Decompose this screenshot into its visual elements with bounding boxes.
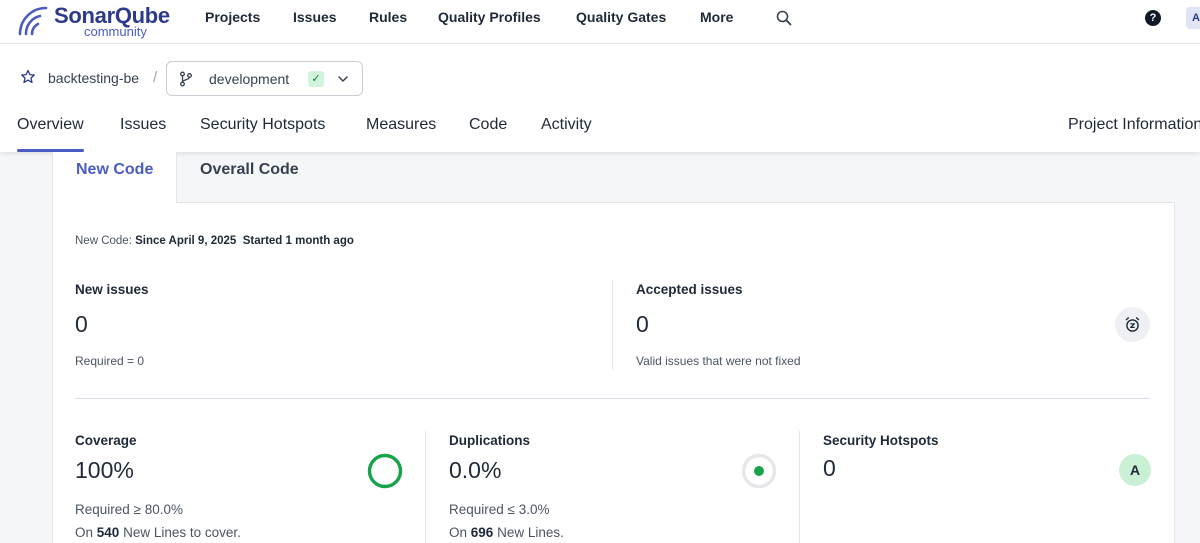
star-icon[interactable] [20,69,36,85]
nav-issues[interactable]: Issues [293,9,337,25]
tab-measures[interactable]: Measures [366,116,436,152]
subtab-new-code-label: New Code [76,161,154,178]
accepted-issues-note: Valid issues that were not fixed [636,354,801,368]
new-code-started: Started 1 month ago [242,235,354,247]
coverage-ring-fill [367,453,403,489]
coverage-requirement: Required ≥ 80.0% [75,502,183,517]
new-issues-value[interactable]: 0 [75,311,88,338]
duplications-title: Duplications [449,433,531,448]
new-code-label: New Code: [75,235,132,247]
duplications-dot [754,466,764,476]
accepted-issues-badge[interactable] [1115,307,1150,342]
breadcrumb-separator: / [153,69,158,86]
security-hotspots-value[interactable]: 0 [823,455,836,482]
tab-project-information[interactable]: Project Information [1068,116,1200,152]
new-issues-title: New issues [75,282,149,297]
duplications-indicator [741,453,777,489]
accepted-issues-title: Accepted issues [636,282,743,297]
metric-divider [425,431,426,543]
brand-edition: community [84,24,147,39]
project-header: backtesting-be / development ✓ Overview … [0,44,1200,152]
metric-divider [612,280,613,370]
metric-divider [799,431,800,543]
new-code-period: New Code: Since April 9, 2025 Started 1 … [75,235,354,247]
project-name[interactable]: backtesting-be [48,70,139,86]
security-rating-badge[interactable]: A [1119,454,1151,486]
section-divider [75,398,1150,399]
subtab-overall-code[interactable]: Overall Code [177,152,337,203]
duplications-lines: On 696 New Lines. [449,525,564,540]
nav-quality-gates[interactable]: Quality Gates [576,9,666,25]
subtab-overall-code-label: Overall Code [200,161,299,178]
coverage-value[interactable]: 100% [75,457,134,484]
coverage-lines-count: 540 [96,525,120,540]
duplications-requirement: Required ≤ 3.0% [449,502,550,517]
tab-code[interactable]: Code [469,116,507,152]
sonar-waves-icon [18,6,48,36]
nav-projects[interactable]: Projects [205,9,260,25]
help-icon[interactable]: ? [1145,10,1161,26]
coverage-ring [367,453,403,489]
security-hotspots-title: Security Hotspots [823,433,939,448]
avatar[interactable]: A [1186,7,1200,29]
coverage-title: Coverage [75,433,137,448]
subtab-new-code[interactable]: New Code [52,152,177,203]
nav-more[interactable]: More [700,9,733,25]
check-icon: ✓ [308,71,324,87]
top-navigation: SonarQube community Projects Issues Rule… [0,0,1200,44]
duplications-value[interactable]: 0.0% [449,457,501,484]
duplications-lines-count: 696 [470,525,494,540]
new-code-since: Since April 9, 2025 [135,235,237,247]
branch-name: development [209,71,290,87]
coverage-lines: On 540 New Lines to cover. [75,525,241,540]
tab-issues[interactable]: Issues [120,116,166,152]
tab-overview[interactable]: Overview [17,116,84,152]
new-issues-requirement: Required = 0 [75,354,145,368]
nav-quality-profiles[interactable]: Quality Profiles [438,9,541,25]
coverage-lines-prefix: On [75,525,94,540]
sonarqube-logo[interactable]: SonarQube community [16,2,176,42]
nav-rules[interactable]: Rules [369,9,407,25]
branch-selector[interactable]: development ✓ [166,61,363,96]
tab-activity[interactable]: Activity [541,116,592,152]
git-branch-icon [180,71,192,87]
accepted-issues-value[interactable]: 0 [636,311,649,338]
duplications-lines-suffix: New Lines. [497,525,564,540]
tab-security-hotspots[interactable]: Security Hotspots [200,116,325,152]
alarm-clock-icon [1125,317,1140,332]
measures-card: New Code Overall Code New Code: Since Ap… [52,152,1175,543]
duplications-lines-prefix: On [449,525,468,540]
chevron-down-icon [338,76,348,82]
search-icon[interactable] [775,9,793,27]
measures-panel [52,202,1175,543]
coverage-lines-suffix: New Lines to cover. [123,525,241,540]
